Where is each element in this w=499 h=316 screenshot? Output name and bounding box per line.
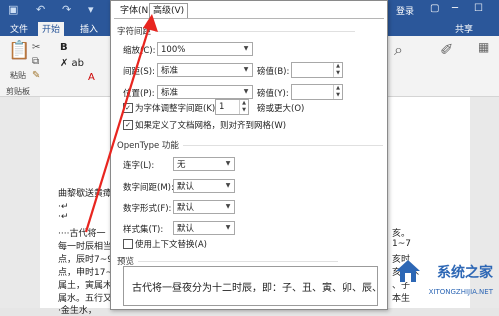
- cut-icon[interactable]: ✂: [32, 42, 40, 53]
- font-tools-icon[interactable]: ✗ ab: [60, 58, 84, 69]
- grid-label: 如果定义了文档网格，则对齐到网格(W): [135, 121, 287, 131]
- spacing-by-spinner[interactable]: ▲ ▼: [291, 62, 343, 78]
- position-label: 位置(P):: [123, 89, 155, 99]
- kerning-suffix: 磅或更大(O): [257, 104, 305, 114]
- chevron-down-icon: ▼: [225, 160, 231, 167]
- format-painter-icon[interactable]: ✎: [32, 70, 40, 81]
- chevron-down-icon: ▼: [243, 88, 249, 95]
- spacing-by-label: 磅值(B):: [257, 67, 290, 77]
- character-spacing-section: 字符间距: [117, 27, 356, 37]
- chevron-down-icon: ▼: [243, 45, 249, 52]
- find-icon[interactable]: ⌕: [394, 40, 403, 60]
- sign-in-link[interactable]: 登录: [396, 4, 414, 17]
- spacing-label: 间距(S):: [123, 67, 155, 77]
- minimize-icon[interactable]: ─: [452, 3, 458, 14]
- document-line: ·↵: [58, 202, 69, 212]
- tab-file[interactable]: 文件: [10, 22, 28, 36]
- quick-access-dropdown-icon[interactable]: ▾: [88, 3, 94, 16]
- preview-box: 古代将一昼夜分为十二时辰，即：子、丑、寅、卯、辰、: [123, 266, 382, 306]
- scale-label: 缩放(C):: [123, 46, 156, 56]
- position-by-label: 磅值(Y):: [257, 89, 289, 99]
- document-line: ····古代将一: [58, 229, 106, 239]
- scale-combo[interactable]: 100% ▼: [157, 42, 253, 56]
- paste-icon[interactable]: 📋: [8, 40, 30, 61]
- document-line-right: 1~7: [392, 239, 411, 249]
- kerning-checkbox[interactable]: ✓: [123, 103, 133, 113]
- paste-label: 粘贴: [10, 71, 26, 80]
- tab-home[interactable]: 开始: [38, 22, 65, 36]
- chevron-down-icon: ▼: [225, 182, 231, 189]
- kerning-label: 为字体调整字间距(K):: [135, 104, 219, 114]
- share-button[interactable]: 共享: [455, 22, 473, 35]
- contextual-alternates-label: 使用上下文替换(A): [135, 240, 207, 250]
- tab-advanced[interactable]: 高级(V): [149, 3, 189, 19]
- kerning-spinner[interactable]: 1 ▲ ▼: [215, 99, 249, 115]
- save-icon[interactable]: ▣: [8, 3, 18, 16]
- document-line-right: 亥。: [392, 229, 411, 239]
- document-line-right: 本生: [392, 294, 411, 304]
- chevron-down-icon: ▼: [225, 203, 231, 210]
- spacing-combo[interactable]: 标准 ▼: [157, 63, 253, 77]
- preview-text: 古代将一昼夜分为十二时辰，即：子、丑、寅、卯、辰、: [132, 283, 382, 294]
- scale-value: 100%: [161, 45, 186, 55]
- font-color-button[interactable]: A: [88, 72, 95, 83]
- tab-divider: [114, 18, 384, 19]
- position-by-spinner[interactable]: ▲ ▼: [291, 84, 343, 100]
- number-spacing-value: 默认: [177, 182, 195, 192]
- spin-arrows-icon[interactable]: ▲ ▼: [239, 100, 248, 114]
- redo-icon[interactable]: ↷: [62, 3, 71, 16]
- spin-arrows-icon[interactable]: ▲ ▼: [333, 85, 342, 99]
- copy-icon[interactable]: ⧉: [32, 56, 39, 67]
- document-line: 属土，寅属木: [58, 281, 113, 291]
- watermark-house-logo: [396, 260, 420, 282]
- ligatures-value: 无: [177, 160, 186, 170]
- spin-arrows-icon[interactable]: ▲ ▼: [333, 63, 342, 77]
- clipboard-group-label: 剪贴板: [6, 87, 30, 96]
- tab-insert[interactable]: 插入: [80, 22, 98, 36]
- number-forms-combo[interactable]: 默认 ▼: [173, 200, 235, 214]
- grid-checkbox[interactable]: ✓: [123, 120, 133, 130]
- watermark-url: XITONGZHIJIA.NET: [428, 288, 493, 296]
- undo-icon[interactable]: ↶: [36, 3, 45, 16]
- number-forms-value: 默认: [177, 203, 195, 213]
- stylistic-sets-value: 默认: [177, 224, 195, 234]
- ribbon-display-icon[interactable]: ▢: [430, 3, 439, 14]
- stylistic-sets-label: 样式集(T):: [123, 225, 164, 235]
- position-combo[interactable]: 标准 ▼: [157, 85, 253, 99]
- kerning-value: 1: [219, 102, 225, 112]
- number-spacing-label: 数字间距(M):: [123, 183, 174, 193]
- editing-icon[interactable]: ✐: [440, 40, 453, 59]
- document-heading: 曲黎歇送黄瘴: [58, 189, 113, 199]
- document-line: 每一时辰相当: [58, 242, 113, 252]
- stylistic-sets-combo[interactable]: 默认 ▼: [173, 221, 235, 235]
- contextual-alternates-checkbox[interactable]: [123, 239, 133, 249]
- number-spacing-combo[interactable]: 默认 ▼: [173, 179, 235, 193]
- number-forms-label: 数字形式(F):: [123, 204, 172, 214]
- watermark-name: 系统之家: [437, 265, 493, 281]
- document-line: 点，辰时7~9: [58, 255, 113, 265]
- ligatures-combo[interactable]: 无 ▼: [173, 157, 235, 171]
- opentype-section: OpenType 功能: [117, 141, 383, 151]
- document-line: ·金生水，: [58, 306, 97, 316]
- bold-button[interactable]: B: [60, 42, 68, 53]
- font-dialog: 字体(N) 高级(V) 字符间距 缩放(C): 100% ▼ 间距(S): 标准…: [110, 0, 388, 310]
- document-line: ·↵: [58, 212, 69, 222]
- chevron-down-icon: ▼: [225, 224, 231, 231]
- maximize-icon[interactable]: ☐: [474, 3, 483, 14]
- position-value: 标准: [161, 88, 179, 98]
- style-gallery-icon[interactable]: ▦: [478, 40, 489, 54]
- ligatures-label: 连字(L):: [123, 161, 155, 171]
- spacing-value: 标准: [161, 66, 179, 76]
- chevron-down-icon: ▼: [243, 66, 249, 73]
